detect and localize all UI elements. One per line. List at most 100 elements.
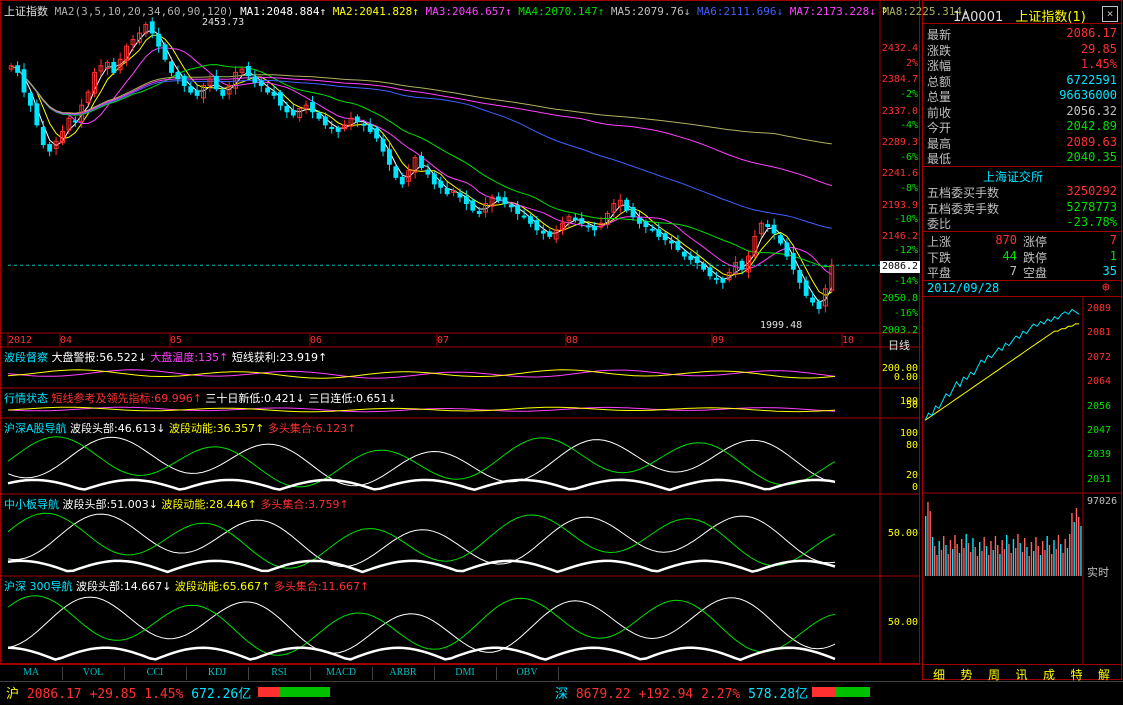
volume-bar bbox=[1008, 544, 1010, 576]
indicator-bottom-line bbox=[7, 559, 836, 574]
percent-tick: -6% bbox=[899, 151, 918, 163]
order-row: 五档委卖手数 5278773 bbox=[927, 199, 1117, 216]
candle-body bbox=[278, 92, 283, 106]
candle-body bbox=[387, 149, 392, 165]
percent-tick: -14% bbox=[893, 276, 918, 288]
quote-value: 1.45% bbox=[1080, 57, 1117, 71]
volume-bar bbox=[1078, 517, 1080, 576]
intraday-price-tick: 2064 bbox=[1087, 376, 1112, 388]
intraday-price-tick: 2072 bbox=[1087, 351, 1112, 363]
indicator-value: 波段头部:46.613↓ bbox=[66, 422, 166, 435]
volume-bar bbox=[983, 537, 985, 576]
quote-row: 涨跌 29.85 bbox=[927, 41, 1117, 58]
candle-body bbox=[688, 255, 694, 260]
quote-value: 96636000 bbox=[1059, 88, 1117, 102]
quote-tab[interactable]: 解 bbox=[1092, 666, 1116, 682]
indicator-value: 波段头部:51.003↓ bbox=[59, 498, 158, 511]
indicator-value: 三十日新低:0.421↓ bbox=[201, 392, 305, 405]
candle-body bbox=[361, 123, 367, 126]
volume-bar bbox=[1075, 508, 1078, 576]
volume-bar bbox=[1024, 538, 1026, 576]
quote-tab[interactable]: 特 bbox=[1065, 666, 1089, 682]
quote-value: 29.85 bbox=[1080, 41, 1117, 56]
volume-bar bbox=[1028, 556, 1030, 576]
sz-breadth-bar bbox=[812, 687, 870, 700]
volume-bar bbox=[1035, 537, 1037, 576]
quote-tab[interactable]: 周 bbox=[982, 666, 1006, 682]
sh-amt: 672.26亿 bbox=[191, 687, 252, 702]
volume-bar bbox=[976, 556, 979, 576]
quote-tab[interactable]: 成 bbox=[1037, 666, 1061, 682]
indicator-tab-bar: MA VOL CCI KDJ RSI MACD ARBR DMI OBV bbox=[0, 664, 920, 681]
indicator-tab-vol[interactable]: VOL bbox=[62, 667, 125, 680]
period-label: 日线 bbox=[888, 339, 910, 352]
status-sz[interactable]: 深 8679.22 +192.94 2.27% 578.28亿 bbox=[555, 683, 808, 702]
volume-bar bbox=[954, 535, 956, 576]
volume-bar bbox=[985, 546, 988, 576]
candle-body bbox=[778, 235, 783, 244]
quote-tab[interactable]: 细 bbox=[927, 666, 951, 682]
indicator-value: 多头集合:6.123↑ bbox=[264, 422, 357, 435]
quote-label: 总额 bbox=[927, 74, 952, 89]
volume-bar bbox=[961, 539, 963, 576]
sz-chg: +192.94 bbox=[638, 687, 694, 702]
candle-body bbox=[367, 124, 373, 132]
breadth-label: 上涨 bbox=[927, 235, 952, 249]
date-tick: 09 bbox=[712, 335, 725, 346]
quote-row: 最低 2040.35 bbox=[927, 150, 1117, 166]
candle-body bbox=[329, 126, 335, 129]
candle-body bbox=[162, 44, 168, 60]
candle-body bbox=[72, 120, 78, 123]
volume-bar bbox=[1046, 536, 1048, 576]
volume-bar bbox=[958, 553, 961, 576]
indicator-tab-obv[interactable]: OBV bbox=[496, 667, 559, 680]
quote-row: 最新 2086.17 bbox=[927, 26, 1117, 42]
intraday-price-tick: 2081 bbox=[1087, 327, 1112, 339]
candle-body bbox=[810, 297, 815, 303]
price-tick: 2146.2 bbox=[881, 230, 918, 242]
sh-chg: +29.85 bbox=[89, 687, 137, 702]
quote-row: 今开 2042.89 bbox=[927, 119, 1117, 135]
indicator-title: 行情状态 bbox=[4, 392, 48, 405]
indicator-line bbox=[7, 513, 836, 568]
candle-body bbox=[784, 242, 790, 257]
indicator-value: 波段动能:36.357↑ bbox=[165, 422, 265, 435]
indicator-tab-rsi[interactable]: RSI bbox=[248, 667, 311, 680]
indicator-tab-kdj[interactable]: KDJ bbox=[186, 667, 249, 680]
indicator-tab-cci[interactable]: CCI bbox=[124, 667, 187, 680]
indicator-tab-ma[interactable]: MA bbox=[0, 667, 63, 680]
volume-bar bbox=[1015, 548, 1017, 576]
sz-amt: 578.28亿 bbox=[748, 687, 809, 702]
candle-body bbox=[476, 210, 482, 214]
candle-body bbox=[181, 75, 187, 86]
quote-tab[interactable]: 势 bbox=[955, 666, 979, 682]
candle-body bbox=[322, 116, 328, 126]
volume-bar bbox=[1060, 544, 1062, 576]
intraday-price-tick: 2089 bbox=[1087, 303, 1112, 314]
indicator-axis-tick: 0.00 bbox=[893, 372, 918, 383]
volume-bar bbox=[936, 555, 938, 576]
quote-close-button[interactable]: × bbox=[1102, 6, 1118, 22]
indicator-tab-macd[interactable]: MACD bbox=[310, 667, 373, 680]
indicator-value: 波段动能:65.667↑ bbox=[171, 580, 271, 593]
volume-bar bbox=[967, 543, 970, 576]
breadth-label: 平盘 bbox=[927, 266, 952, 280]
indicator-tab-arbr[interactable]: ARBR bbox=[372, 667, 435, 680]
status-sh[interactable]: 沪 2086.17 +29.85 1.45% 672.26亿 bbox=[6, 683, 251, 702]
price-tick: 2432.4 bbox=[881, 43, 918, 54]
volume-bar bbox=[938, 541, 940, 576]
indicator-axis-tick: 0 bbox=[911, 482, 918, 493]
indicator-tab-dmi[interactable]: DMI bbox=[434, 667, 497, 680]
sh-pct: 1.45% bbox=[144, 687, 184, 702]
candle-body bbox=[630, 207, 636, 218]
indicator-header: 沪深A股导航 波段头部:46.613↓ 波段动能:36.357↑ 多头集合:6.… bbox=[4, 420, 356, 436]
volume-bar bbox=[929, 511, 931, 576]
candle-body bbox=[707, 267, 713, 277]
indicator-axis-tick: 50 bbox=[905, 400, 918, 411]
crosshair-icon[interactable]: ⊕ bbox=[1102, 280, 1110, 295]
quote-tab[interactable]: 讯 bbox=[1010, 666, 1034, 682]
price-tick: 2241.6 bbox=[881, 168, 918, 180]
exchange-name: 上海证交所 bbox=[983, 170, 1044, 184]
candle-body bbox=[310, 102, 315, 113]
order-value: 5278773 bbox=[1066, 199, 1117, 214]
